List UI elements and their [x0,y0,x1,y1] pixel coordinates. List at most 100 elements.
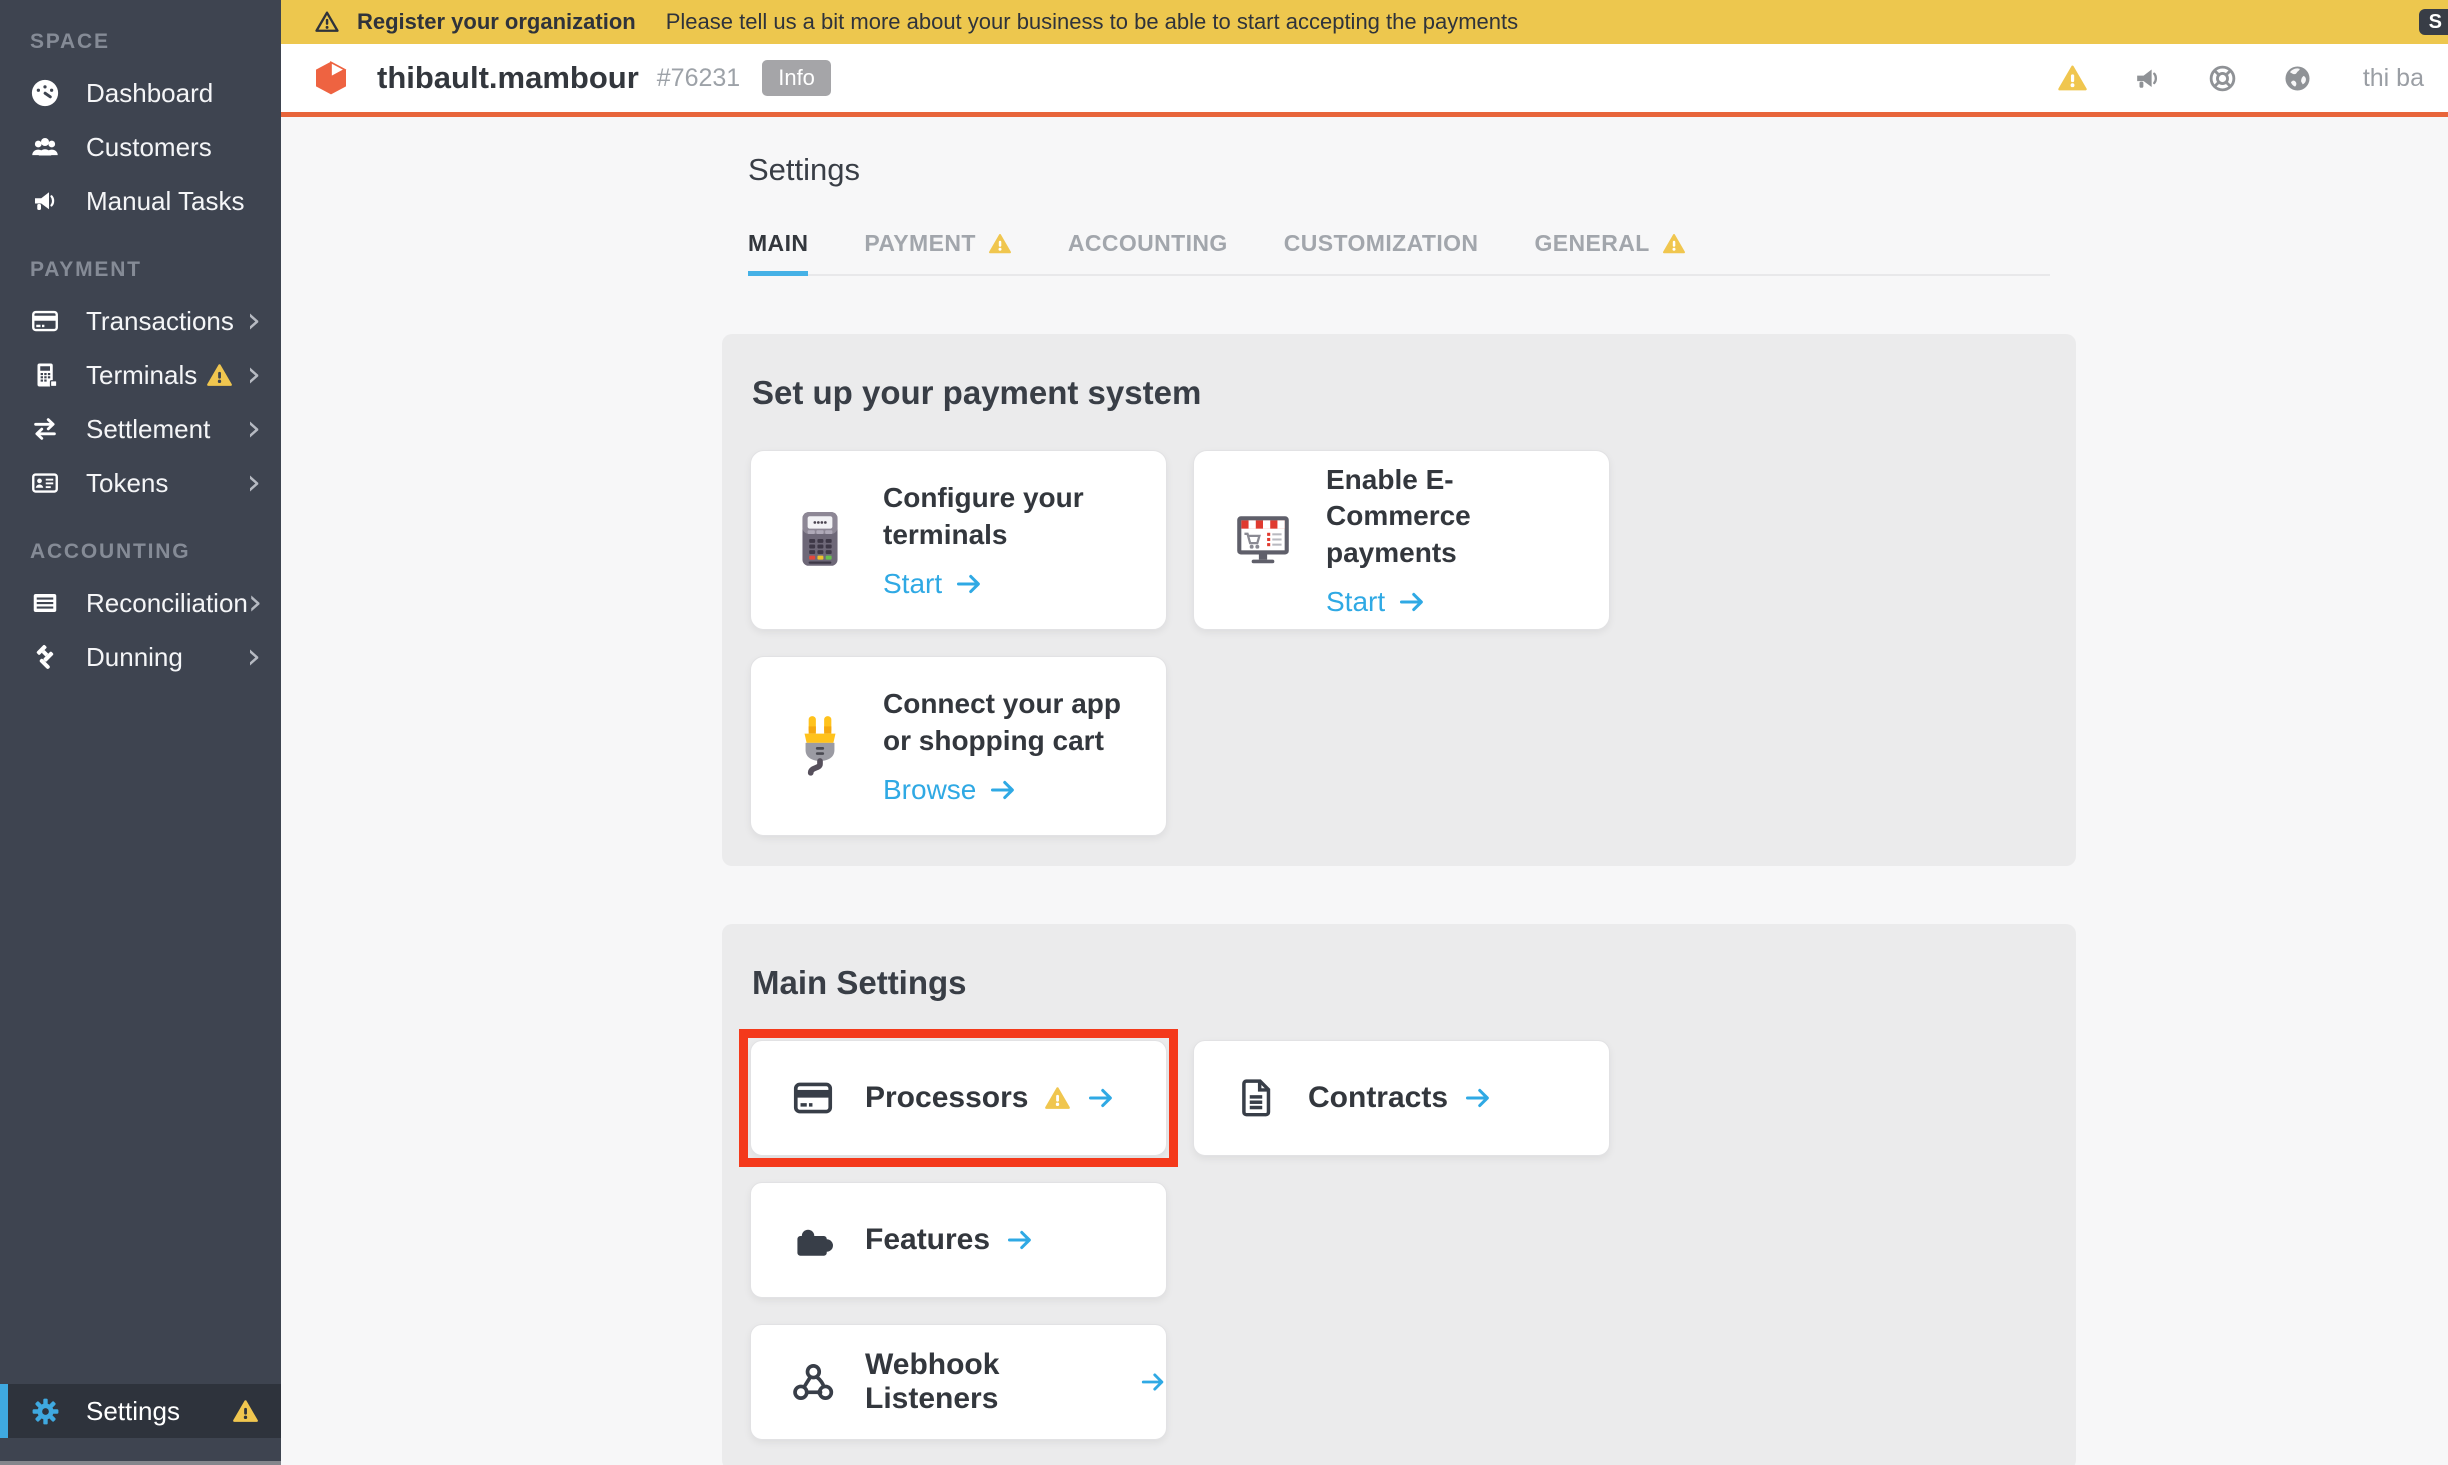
sidebar-item-dashboard[interactable]: Dashboard [0,66,281,120]
arrow-right-icon [1087,1084,1115,1112]
chevron-right-icon: › [248,589,262,618]
arrow-right-icon [1464,1084,1492,1112]
tab-general[interactable]: GENERAL [1534,230,1685,274]
tab-customization[interactable]: CUSTOMIZATION [1284,230,1479,274]
tab-label: PAYMENT [864,230,975,257]
header-actions: thi ba [2013,63,2424,94]
sidebar-item-label: Transactions [86,306,247,337]
contracts-card[interactable]: Contracts [1193,1040,1610,1156]
sidebar-item-label: Reconciliation [86,588,248,619]
connect-app-card[interactable]: Connect your app or shopping cart Browse [750,656,1167,836]
setup-card-title: Connect your app or shopping cart [883,686,1133,759]
id-card-icon [30,468,60,498]
link-label: Start [1326,586,1385,618]
sidebar-section-payment: PAYMENT [0,228,281,294]
banner-title: Register your organization [357,9,636,35]
sidebar-item-settings[interactable]: Settings [0,1384,281,1438]
dashboard-gauge-icon [30,78,60,108]
banner-action-button[interactable]: S [2419,9,2448,35]
warning-outline-icon [313,8,341,36]
tab-main[interactable]: MAIN [748,230,808,274]
setup-section-title: Set up your payment system [750,374,2048,412]
sidebar-item-label: Settings [86,1396,232,1427]
sidebar-item-transactions[interactable]: Transactions › [0,294,281,348]
page-title: Settings [748,152,2076,188]
sidebar: SPACE Dashboard Customers Manual Tasks P… [0,0,281,1465]
contract-document-icon [1234,1076,1278,1120]
card-label: Webhook Listeners [865,1348,1124,1416]
main-settings-title: Main Settings [750,964,2048,1002]
arrow-right-icon [989,776,1017,804]
transfer-arrows-icon [30,414,60,444]
chevron-right-icon: › [247,469,261,498]
account-name[interactable]: thibault.mambour [377,60,639,96]
sidebar-item-label: Dashboard [86,78,261,109]
sidebar-item-dunning[interactable]: Dunning › [0,630,281,684]
sidebar-item-customers[interactable]: Customers [0,120,281,174]
start-link[interactable]: Start [883,568,1133,600]
sidebar-item-label: Dunning [86,642,247,673]
start-link[interactable]: Start [1326,586,1576,618]
list-icon [30,588,60,618]
tab-payment[interactable]: PAYMENT [864,230,1011,274]
pos-terminal-illustration-icon [787,504,853,576]
arrow-right-icon [1140,1368,1166,1396]
sidebar-item-label: Customers [86,132,261,163]
warning-icon [206,362,233,389]
banner-message: Please tell us a bit more about your bus… [666,9,1518,35]
announcements-icon[interactable] [2132,63,2163,94]
warning-icon [988,232,1012,256]
chevron-right-icon: › [247,415,261,444]
warning-icon[interactable] [2057,63,2088,94]
gavel-icon [30,642,60,672]
webhook-listeners-card[interactable]: Webhook Listeners [750,1324,1167,1440]
top-header: thibault.mambour #76231 Info thi ba [281,44,2448,117]
tab-label: MAIN [748,230,808,257]
puzzle-icon [791,1218,835,1262]
features-card[interactable]: Features [750,1182,1167,1298]
configure-terminals-card[interactable]: Configure your terminals Start [750,450,1167,630]
sidebar-item-terminals[interactable]: Terminals › [0,348,281,402]
link-label: Start [883,568,942,600]
account-id: #76231 [657,64,740,93]
warning-icon [232,1398,259,1425]
webshop-illustration-icon [1230,504,1296,576]
cube-logo-icon[interactable] [311,58,351,98]
main-area: Register your organization Please tell u… [281,0,2448,1465]
browse-link[interactable]: Browse [883,774,1133,806]
ecommerce-payments-card[interactable]: Enable E-Commerce payments Start [1193,450,1610,630]
sidebar-item-settlement[interactable]: Settlement › [0,402,281,456]
sidebar-item-manual-tasks[interactable]: Manual Tasks [0,174,281,228]
tab-accounting[interactable]: ACCOUNTING [1068,230,1228,274]
warning-icon [1044,1085,1071,1112]
credit-card-icon [791,1076,835,1120]
tab-label: ACCOUNTING [1068,230,1228,257]
help-lifering-icon[interactable] [2207,63,2238,94]
chevron-right-icon: › [247,307,261,336]
sidebar-item-label: Manual Tasks [86,186,261,217]
sidebar-bottom-divider [0,1461,281,1465]
sidebar-item-label: Terminals [86,360,206,391]
webhook-icon [791,1360,835,1404]
megaphone-icon [30,186,60,216]
page-content: Settings MAIN PAYMENT ACCOUNTING CUSTOMI… [281,122,2448,1465]
user-menu-label[interactable]: thi ba [2363,64,2424,93]
setup-card-title: Enable E-Commerce payments [1326,462,1576,571]
card-label: Contracts [1308,1081,1448,1115]
arrow-right-icon [1398,588,1426,616]
sidebar-section-accounting: ACCOUNTING [0,510,281,576]
processors-card[interactable]: Processors [750,1040,1167,1156]
card-label: Features [865,1223,990,1257]
sidebar-item-reconciliation[interactable]: Reconciliation › [0,576,281,630]
credit-card-icon [30,306,60,336]
info-badge[interactable]: Info [762,60,831,96]
sidebar-item-tokens[interactable]: Tokens › [0,456,281,510]
tab-label: CUSTOMIZATION [1284,230,1479,257]
globe-icon[interactable] [2282,63,2313,94]
settings-tabs: MAIN PAYMENT ACCOUNTING CUSTOMIZATION GE… [748,230,2050,276]
customers-icon [30,132,60,162]
arrow-right-icon [955,570,983,598]
setup-card-title: Configure your terminals [883,480,1133,553]
register-banner: Register your organization Please tell u… [281,0,2448,44]
arrow-right-icon [1006,1226,1034,1254]
